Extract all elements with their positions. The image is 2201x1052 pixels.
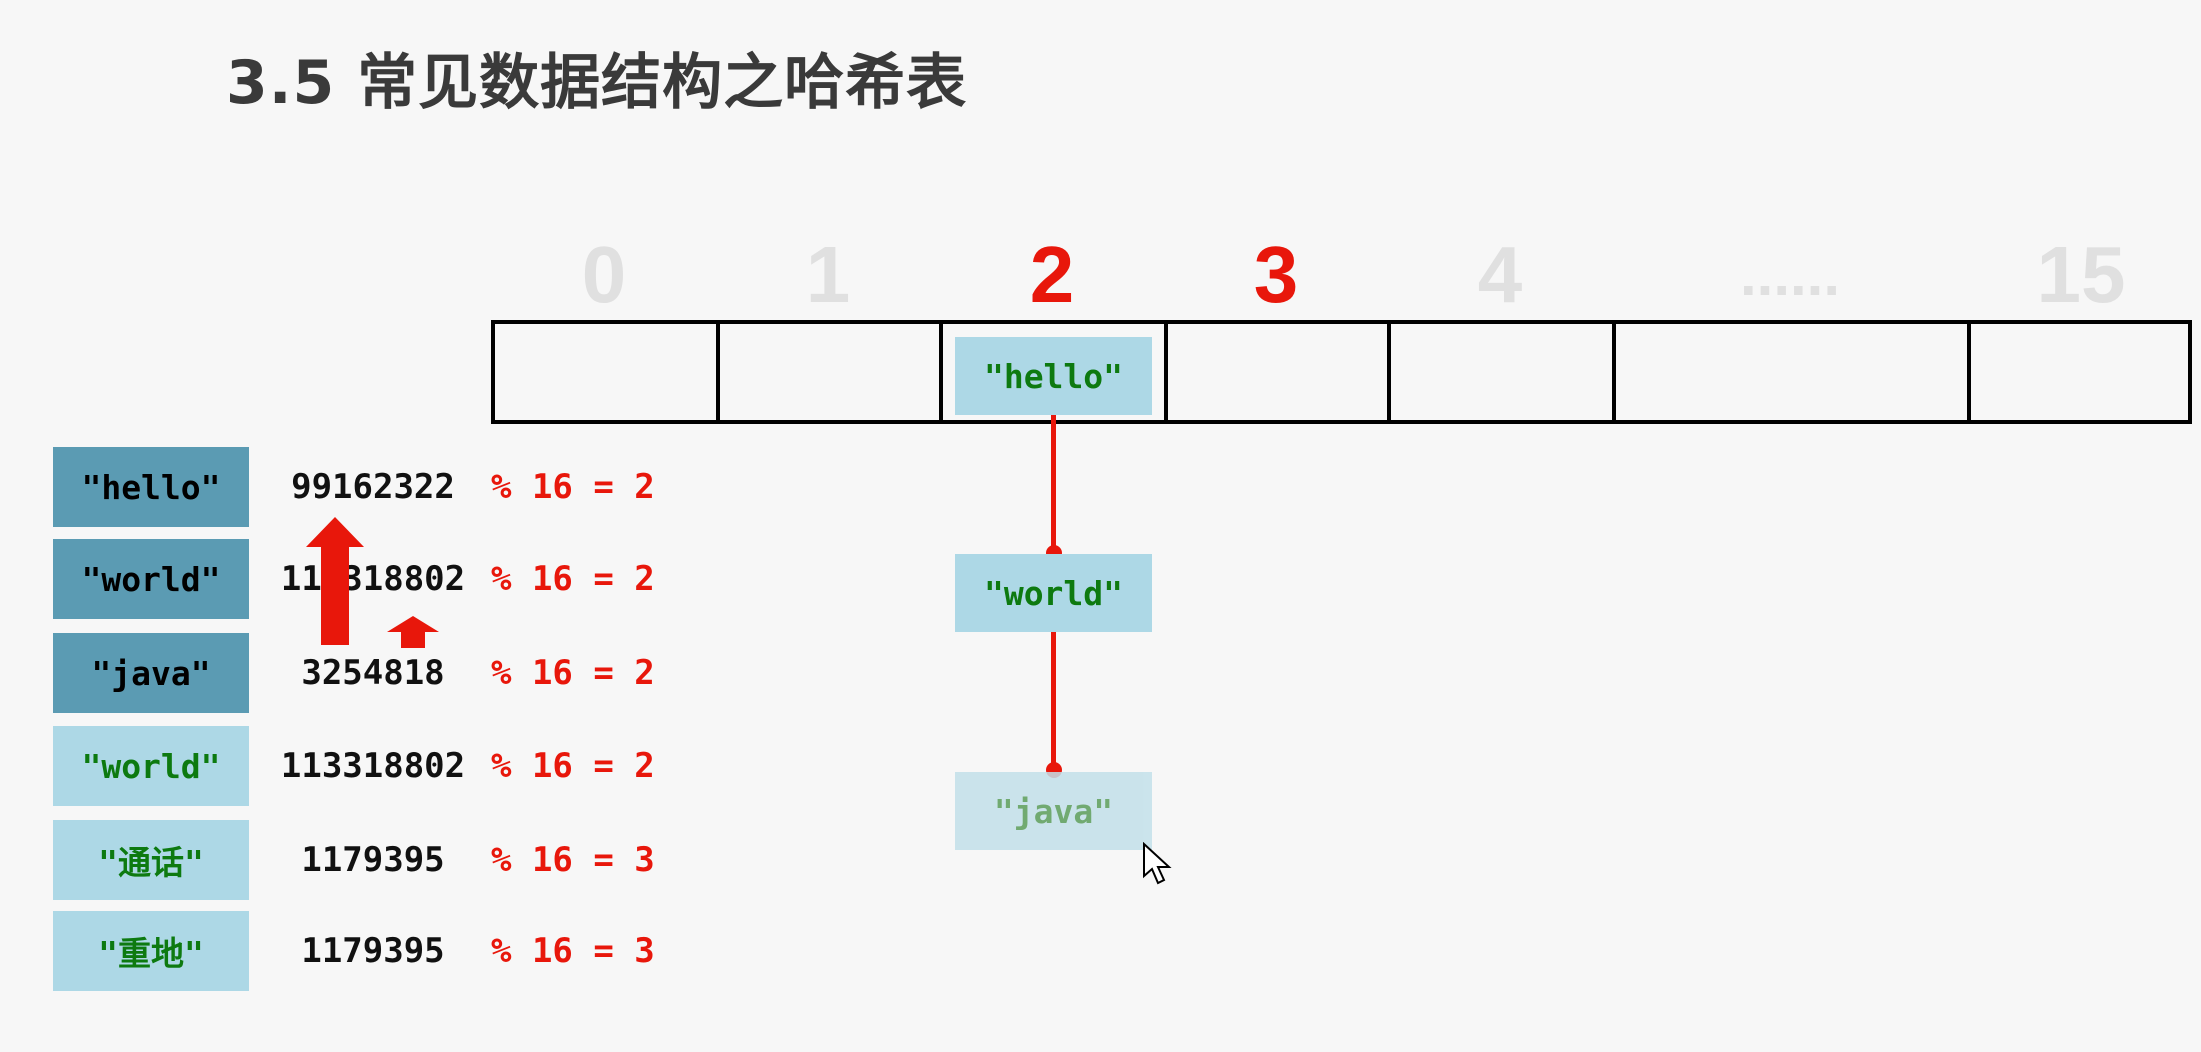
row-mod: % 16 = 2 xyxy=(491,467,655,507)
bucket-node-world: "world" xyxy=(955,554,1152,632)
bucket-node-java: "java" xyxy=(955,772,1152,850)
index-label-0: 0 xyxy=(581,230,627,319)
row-mod: % 16 = 2 xyxy=(491,746,655,786)
index-label-15: 15 xyxy=(2036,230,2126,319)
cursor-icon xyxy=(1143,842,1172,885)
index-label-3: 3 xyxy=(1253,230,1299,319)
row-key: "hello" xyxy=(53,447,249,527)
row-hash: 99162322 xyxy=(291,467,455,507)
row-hash: 1179395 xyxy=(301,840,445,880)
arrow-up-icon xyxy=(306,517,364,645)
index-label-ellipsis: ...... xyxy=(1739,241,1841,308)
array-cell-0 xyxy=(495,324,720,420)
row-key: "world" xyxy=(53,539,249,619)
index-label-1: 1 xyxy=(805,230,851,319)
row-key: "重地" xyxy=(53,911,249,991)
array-cell-3 xyxy=(1168,324,1391,420)
row-key: "java" xyxy=(53,633,249,713)
row-mod: % 16 = 3 xyxy=(491,931,655,971)
hash-array xyxy=(491,320,2192,424)
bucket-node-hello: "hello" xyxy=(955,337,1152,415)
array-cell-ellipsis xyxy=(1616,324,1971,420)
row-mod: % 16 = 3 xyxy=(491,840,655,880)
row-hash: 113318802 xyxy=(280,559,466,599)
arrow-up-icon xyxy=(387,616,439,648)
row-mod: % 16 = 2 xyxy=(491,559,655,599)
row-key: "通话" xyxy=(53,820,249,900)
link-line-1 xyxy=(1051,414,1056,554)
array-cell-4 xyxy=(1391,324,1616,420)
index-label-2: 2 xyxy=(1029,230,1075,319)
link-line-2 xyxy=(1051,632,1056,772)
row-key: "world" xyxy=(53,726,249,806)
index-label-4: 4 xyxy=(1477,230,1523,319)
row-hash: 113318802 xyxy=(280,746,466,786)
row-mod: % 16 = 2 xyxy=(491,653,655,693)
page-title: 3.5 常见数据结构之哈希表 xyxy=(226,48,968,118)
row-hash: 3254818 xyxy=(301,653,445,693)
array-cell-15 xyxy=(1971,324,2188,420)
row-hash: 1179395 xyxy=(301,931,445,971)
array-cell-1 xyxy=(720,324,943,420)
